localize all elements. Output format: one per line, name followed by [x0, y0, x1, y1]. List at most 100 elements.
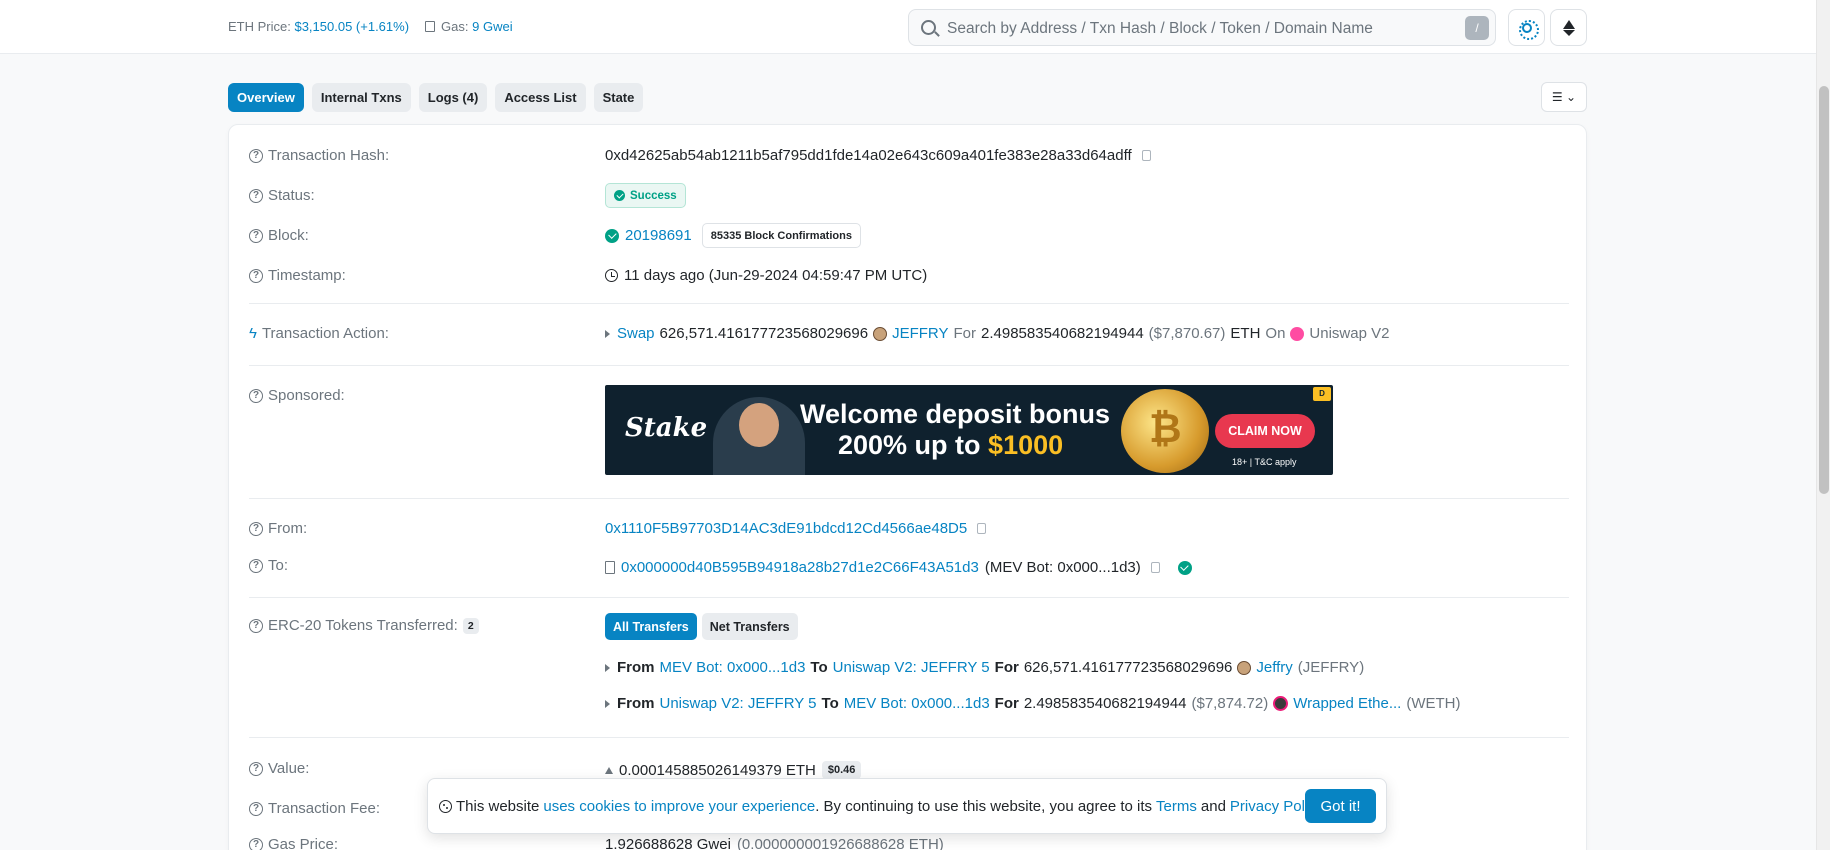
eth-price-link[interactable]: $3,150.05 (+1.61%) [294, 19, 409, 34]
jeffry-token-icon [873, 326, 888, 341]
caret-right-icon[interactable] [605, 699, 610, 708]
to-address-name: (MEV Bot: 0x000...1d3) [984, 559, 1141, 576]
sun-icon [1518, 19, 1539, 40]
search-shortcut-key: / [1465, 16, 1489, 40]
list-icon: ☰ ⌄ [1551, 90, 1577, 104]
transfer-from-link[interactable]: MEV Bot: 0x000...1d3 [660, 659, 806, 676]
help-icon[interactable]: ? [249, 228, 263, 243]
check-circle-icon [614, 190, 625, 201]
for-text: For [953, 325, 977, 342]
contract-icon [605, 561, 615, 574]
divider [249, 597, 1569, 598]
tab-internal-txns[interactable]: Internal Txns [311, 83, 411, 112]
overview-card: ? Transaction Hash: 0xd42625ab54ab1211b5a… [228, 124, 1587, 850]
help-icon[interactable]: ? [249, 148, 263, 163]
gas-price-label: Gas Price: [268, 836, 339, 850]
scrollbar-thumb[interactable] [1819, 86, 1829, 494]
row-status: ? Status: Success [249, 183, 1569, 209]
terms-link[interactable]: Terms [1156, 798, 1197, 815]
all-transfers-button[interactable]: All Transfers [605, 613, 697, 640]
for-keyword: For [994, 695, 1019, 712]
verified-check-icon [1177, 560, 1192, 575]
help-icon[interactable]: ? [249, 268, 263, 283]
from-label: From: [268, 520, 308, 537]
block-number-link[interactable]: 20198691 [625, 227, 692, 244]
help-icon[interactable]: ? [249, 618, 263, 633]
ad-subheadline: 200% up to $1000 [838, 430, 1063, 461]
help-icon[interactable]: ? [249, 388, 263, 403]
block-confirmations-badge: 85335 Block Confirmations [701, 223, 861, 248]
jeffry-token-link[interactable]: JEFFRY [892, 325, 948, 342]
from-address-link[interactable]: 0x1110F5B97703D14AC3dE91bdcd12Cd4566ae48… [605, 520, 967, 537]
bitcoin-coin-image: ₿ [1121, 389, 1209, 473]
search-input[interactable]: Search by Address / Txn Hash / Block / T… [908, 9, 1496, 46]
ad-offer-amount: $1000 [988, 430, 1064, 460]
bitcoin-symbol: ₿ [1149, 407, 1182, 451]
caret-right-icon[interactable] [605, 663, 610, 672]
transfer-amount: 2.498583540682194944 [1023, 695, 1187, 712]
ad-headline: Welcome deposit bonus [800, 399, 1111, 429]
transfer-token-link[interactable]: Jeffry [1256, 659, 1292, 676]
cookie-icon [439, 800, 452, 813]
net-transfers-button[interactable]: Net Transfers [701, 613, 798, 640]
claim-now-button[interactable]: CLAIM NOW [1215, 414, 1315, 448]
tab-state[interactable]: State [593, 83, 644, 112]
page-scrollbar[interactable] [1816, 0, 1830, 850]
gas-link[interactable]: 9 Gwei [472, 19, 512, 34]
from-keyword: From [617, 659, 655, 676]
swap-link[interactable]: Swap [617, 325, 655, 342]
divider [249, 303, 1569, 304]
lightning-icon: ϟ [249, 325, 257, 342]
tab-logs[interactable]: Logs (4) [418, 83, 488, 112]
help-icon[interactable]: ? [249, 837, 263, 850]
tab-access-list[interactable]: Access List [495, 83, 586, 112]
on-text: On [1265, 325, 1286, 342]
transfer-amount: 626,571.416177723568029696 [1023, 659, 1233, 676]
adchoices-icon[interactable]: D [1313, 387, 1331, 401]
theme-toggle-button[interactable] [1508, 9, 1545, 46]
timestamp-label: Timestamp: [268, 267, 346, 284]
from-keyword: From [617, 695, 655, 712]
value-amount: 0.000145885026149379 ETH [619, 761, 816, 779]
transfer-to-link[interactable]: MEV Bot: 0x000...1d3 [844, 695, 990, 712]
help-icon[interactable]: ? [249, 761, 263, 776]
status-text: Success [630, 189, 677, 202]
status-label: Status: [268, 187, 315, 204]
to-keyword: To [810, 659, 828, 676]
transfer-count-badge: 2 [462, 617, 479, 634]
tab-overview[interactable]: Overview [228, 83, 304, 112]
uniswap-icon [1290, 326, 1305, 341]
gas-price-eth: (0.000000001926688628 ETH) [736, 836, 944, 850]
transfer-to-link[interactable]: Uniswap V2: JEFFRY 5 [833, 659, 990, 676]
tab-bar: Overview Internal Txns Logs (4) Access L… [228, 83, 644, 112]
row-from: ? From: 0x1110F5B97703D14AC3dE91bdcd12Cd4… [249, 520, 1569, 540]
cookie-banner: This website uses cookies to improve you… [427, 778, 1387, 834]
transfer-from-link[interactable]: Uniswap V2: JEFFRY 5 [660, 695, 817, 712]
cookie-text: and [1200, 798, 1226, 815]
help-icon[interactable]: ? [249, 521, 263, 536]
copy-icon[interactable] [1141, 147, 1156, 161]
copy-icon[interactable] [977, 520, 992, 534]
copy-icon[interactable] [1150, 559, 1165, 573]
view-options-button[interactable]: ☰ ⌄ [1541, 82, 1587, 112]
caret-right-icon[interactable] [605, 329, 610, 338]
eth-token-text: ETH [1230, 325, 1261, 342]
transfer-token-link[interactable]: Wrapped Ethe... [1293, 695, 1401, 712]
row-to: ? To: 0x000000d40B595B94918a28b27d1e2C66F… [249, 557, 1569, 580]
help-icon[interactable]: ? [249, 188, 263, 203]
tx-hash-label: Transaction Hash: [268, 147, 390, 164]
to-address-link[interactable]: 0x000000d40B595B94918a28b27d1e2C66F43A51… [621, 559, 979, 576]
market-stats: ETH Price: $3,150.05 (+1.61%) Gas: 9 Gwe… [228, 19, 513, 34]
accept-cookies-button[interactable]: Got it! [1305, 789, 1376, 823]
ethereum-icon [605, 766, 613, 774]
help-icon[interactable]: ? [249, 801, 263, 816]
transfer-token-symbol: (WETH) [1406, 695, 1461, 712]
help-icon[interactable]: ? [249, 558, 263, 573]
sponsored-banner[interactable]: Stake Welcome deposit bonus 200% up to $… [605, 385, 1333, 475]
top-bar: ETH Price: $3,150.05 (+1.61%) Gas: 9 Gwe… [0, 0, 1816, 54]
transfer-row: From MEV Bot: 0x000...1d3 To Uniswap V2:… [605, 659, 1364, 676]
network-button[interactable] [1550, 9, 1587, 46]
cookie-info-link[interactable]: uses cookies to improve your experience [543, 798, 815, 815]
divider [249, 365, 1569, 366]
jeffry-token-icon [1237, 660, 1252, 675]
